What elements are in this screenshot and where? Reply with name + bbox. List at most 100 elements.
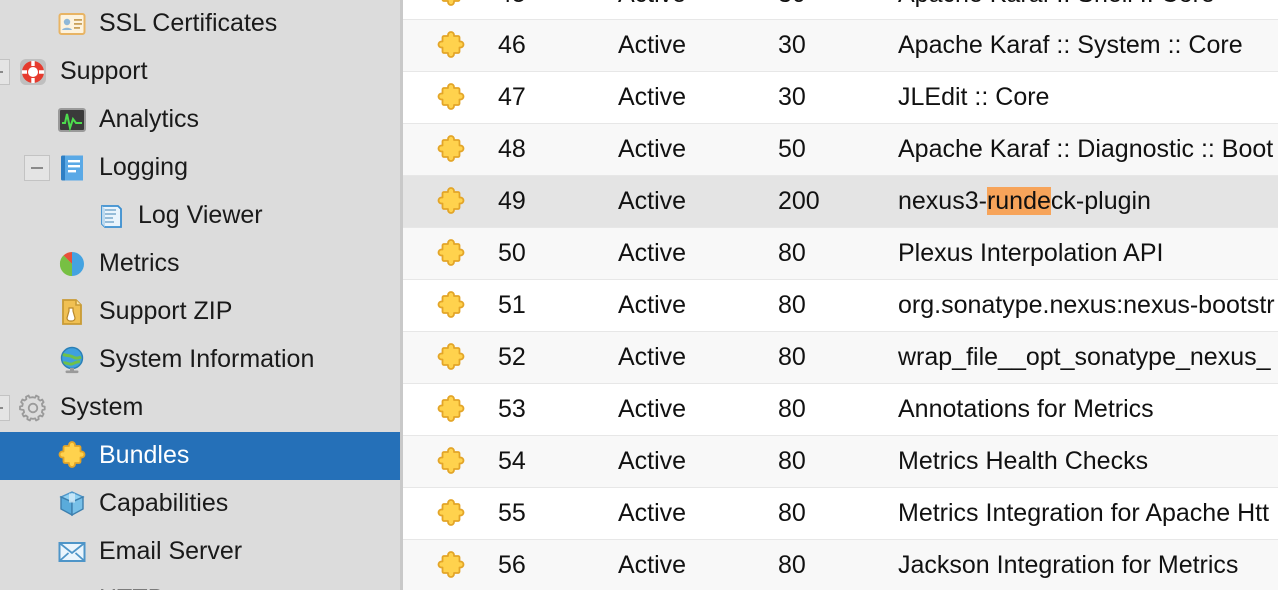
admin-sidebar-nav[interactable]: SSL Certificates Support Analytics Logging L… [0, 0, 400, 590]
cell-state: Active [618, 83, 778, 112]
sidebar-item-email-server[interactable]: Email Server [0, 528, 400, 576]
puzzle-piece-icon [403, 395, 498, 425]
sidebar-item-label: Log Viewer [138, 203, 263, 230]
cell-level: 50 [778, 135, 898, 164]
cell-id: 47 [498, 83, 618, 112]
cell-state: Active [618, 135, 778, 164]
cell-level: 80 [778, 343, 898, 372]
search-match-highlight: runde [987, 187, 1051, 215]
cell-name: nexus3-rundeck-plugin [898, 187, 1278, 216]
cell-level: 80 [778, 499, 898, 528]
table-row[interactable]: 46Active30Apache Karaf :: System :: Core [403, 20, 1278, 72]
sidebar-item-system-information[interactable]: System Information [0, 336, 400, 384]
cell-state: Active [618, 239, 778, 268]
cell-name: Apache Karaf :: System :: Core [898, 31, 1278, 60]
sidebar-item-support-zip[interactable]: Support ZIP [0, 288, 400, 336]
table-row[interactable]: 50Active80Plexus Interpolation API [403, 228, 1278, 280]
gear-icon [18, 393, 48, 423]
cell-id: 48 [498, 135, 618, 164]
tree-collapse-minus-icon[interactable] [24, 155, 50, 181]
sidebar-item-capabilities[interactable]: Capabilities [0, 480, 400, 528]
puzzle-piece-icon [403, 343, 498, 373]
http-icon [57, 585, 87, 590]
sidebar-item-system[interactable]: System [0, 384, 400, 432]
cell-state: Active [618, 551, 778, 580]
table-row[interactable]: 49Active200nexus3-rundeck-plugin [403, 176, 1278, 228]
cell-name: JLEdit :: Core [898, 83, 1278, 112]
table-row[interactable]: 48Active50Apache Karaf :: Diagnostic :: … [403, 124, 1278, 176]
logging-book-icon [57, 153, 87, 183]
puzzle-piece-icon [403, 135, 498, 165]
sidebar-item-http[interactable]: HTTP [0, 576, 400, 590]
bundles-admin-screen: SSL Certificates Support Analytics Logging L… [0, 0, 1278, 590]
sidebar-item-label: Logging [99, 155, 188, 182]
cell-state: Active [618, 499, 778, 528]
sidebar-item-label: Email Server [99, 539, 242, 566]
table-row[interactable]: 52Active80wrap_file__opt_sonatype_nexus_ [403, 332, 1278, 384]
table-row[interactable]: 45Active30Apache Karaf :: Shell :: Core [403, 0, 1278, 20]
cell-id: 52 [498, 343, 618, 372]
cell-name: wrap_file__opt_sonatype_nexus_ [898, 343, 1278, 372]
sidebar-item-label: HTTP [99, 587, 164, 590]
tree-collapse-minus-icon[interactable] [0, 59, 10, 85]
puzzle-piece-icon [403, 551, 498, 581]
cell-state: Active [618, 395, 778, 424]
cell-level: 30 [778, 31, 898, 60]
cell-level: 80 [778, 239, 898, 268]
table-row[interactable]: 54Active80Metrics Health Checks [403, 436, 1278, 488]
puzzle-piece-icon [403, 291, 498, 321]
cell-id: 55 [498, 499, 618, 528]
cell-state: Active [618, 0, 778, 9]
sidebar-item-label: Support [60, 59, 148, 86]
tree-collapse-minus-icon[interactable] [0, 395, 10, 421]
sidebar-item-ssl-certificates[interactable]: SSL Certificates [0, 0, 400, 48]
cell-id: 45 [498, 0, 618, 9]
envelope-icon [57, 537, 87, 567]
cell-name: Metrics Health Checks [898, 447, 1278, 476]
sidebar-item-label: System Information [99, 347, 314, 374]
cell-name: Plexus Interpolation API [898, 239, 1278, 268]
table-row[interactable]: 51Active80org.sonatype.nexus:nexus-boots… [403, 280, 1278, 332]
cell-id: 51 [498, 291, 618, 320]
globe-icon [57, 345, 87, 375]
puzzle-piece-icon [403, 499, 498, 529]
cell-state: Active [618, 291, 778, 320]
cell-name: Apache Karaf :: Shell :: Core [898, 0, 1278, 9]
sidebar-item-analytics[interactable]: Analytics [0, 96, 400, 144]
cell-id: 53 [498, 395, 618, 424]
table-row[interactable]: 56Active80Jackson Integration for Metric… [403, 540, 1278, 590]
cell-id: 56 [498, 551, 618, 580]
ssl-certificate-icon [57, 9, 87, 39]
cell-id: 49 [498, 187, 618, 216]
bundles-table[interactable]: 45Active30Apache Karaf :: Shell :: Core4… [403, 0, 1278, 590]
puzzle-piece-icon [403, 0, 498, 9]
cell-level: 200 [778, 187, 898, 216]
cell-level: 30 [778, 83, 898, 112]
sidebar-item-metrics[interactable]: Metrics [0, 240, 400, 288]
sidebar-item-label: Analytics [99, 107, 199, 134]
table-row[interactable]: 47Active30JLEdit :: Core [403, 72, 1278, 124]
blue-box-icon [57, 489, 87, 519]
puzzle-piece-icon [403, 239, 498, 269]
sidebar-item-label: System [60, 395, 143, 422]
cell-level: 80 [778, 395, 898, 424]
sidebar-item-log-viewer[interactable]: Log Viewer [0, 192, 400, 240]
cell-name: org.sonatype.nexus:nexus-bootstr [898, 291, 1278, 320]
sidebar-item-label: Bundles [99, 443, 189, 470]
table-row[interactable]: 55Active80Metrics Integration for Apache… [403, 488, 1278, 540]
sidebar-item-label: SSL Certificates [99, 11, 277, 38]
sidebar-item-logging[interactable]: Logging [0, 144, 400, 192]
sidebar-item-support[interactable]: Support [0, 48, 400, 96]
cell-name: Metrics Integration for Apache Htt [898, 499, 1278, 528]
table-row-clipped-bottom[interactable]: 56Active80Jackson Integration for Metric… [403, 540, 1278, 590]
cell-name: Jackson Integration for Metrics [898, 551, 1278, 580]
table-row[interactable]: 53Active80Annotations for Metrics [403, 384, 1278, 436]
pie-chart-icon [57, 249, 87, 279]
table-row-clipped-top[interactable]: 45Active30Apache Karaf :: Shell :: Core [403, 0, 1278, 20]
puzzle-piece-icon [403, 83, 498, 113]
cell-name-prefix: nexus3- [898, 187, 987, 215]
sidebar-item-bundles[interactable]: Bundles [0, 432, 400, 480]
support-zip-icon [57, 297, 87, 327]
cell-state: Active [618, 447, 778, 476]
puzzle-piece-icon [403, 447, 498, 477]
